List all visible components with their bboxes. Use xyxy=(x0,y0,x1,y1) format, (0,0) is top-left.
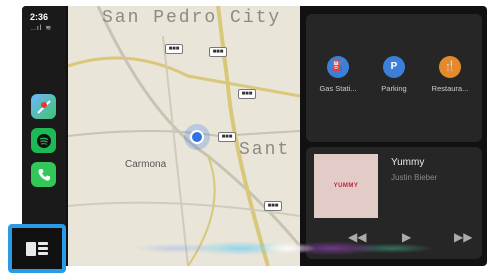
road-shield: ■■■ xyxy=(165,44,183,54)
restaurant-icon: 🍴 xyxy=(439,56,461,78)
poi-label: Parking xyxy=(381,84,407,93)
siri-waveform xyxy=(80,234,480,260)
gas-station-icon: ⛽ xyxy=(327,56,349,78)
album-art-text: YUMMY xyxy=(333,183,359,189)
poi-restaurants-button[interactable]: 🍴 Restaura... xyxy=(420,56,480,93)
poi-label: Restaura... xyxy=(431,84,469,93)
city-label-san-pedro: San Pedro City xyxy=(102,8,282,28)
dashboard-button[interactable] xyxy=(8,224,66,273)
phone-app-button[interactable] xyxy=(31,162,56,187)
maps-app-button[interactable] xyxy=(31,94,56,119)
city-label-santa: Sant xyxy=(239,140,291,160)
road-shield: ■■■ xyxy=(238,89,256,99)
road-shield: ■■■ xyxy=(264,201,282,211)
dashboard-icon xyxy=(26,241,48,256)
poi-gas-stations-button[interactable]: ⛽ Gas Stati... xyxy=(308,56,368,93)
road-shield: ■■■ xyxy=(218,132,236,142)
status-time: 2:36 xyxy=(30,12,49,22)
maps-icon xyxy=(36,99,51,114)
phone-icon xyxy=(38,168,50,181)
current-location-marker xyxy=(184,124,210,150)
signal-icon: ..ıl ≋ xyxy=(31,25,53,32)
place-label-carmona: Carmona xyxy=(125,159,167,170)
nearby-places-panel: ⛽ Gas Stati... P Parking 🍴 Restaura... xyxy=(306,14,482,142)
map-view[interactable]: San Pedro City Sant Carmona ■■■ ■■■ ■■■ … xyxy=(68,6,300,266)
parking-icon: P xyxy=(383,56,405,78)
spotify-icon xyxy=(36,133,51,148)
road-shield: ■■■ xyxy=(209,47,227,57)
carplay-screen: 2:36 ..ıl ≋ San Pedro City Sant Carmona … xyxy=(22,6,487,266)
album-art: YUMMY xyxy=(314,154,378,218)
spotify-app-button[interactable] xyxy=(31,128,56,153)
poi-parking-button[interactable]: P Parking xyxy=(364,56,424,93)
song-artist: Justin Bieber xyxy=(391,173,438,182)
song-title: Yummy xyxy=(391,157,425,168)
poi-label: Gas Stati... xyxy=(319,84,357,93)
